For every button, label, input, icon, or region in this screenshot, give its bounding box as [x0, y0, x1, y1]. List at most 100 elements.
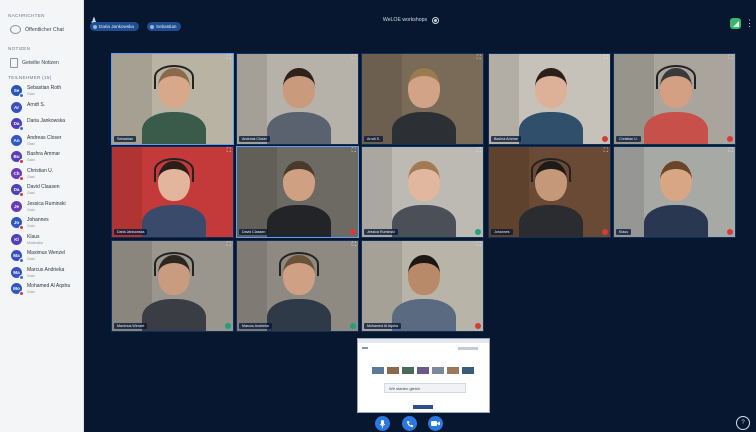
- help-button[interactable]: ?: [736, 416, 750, 430]
- fullscreen-icon[interactable]: ⛶: [227, 55, 231, 61]
- participant-item[interactable]: Mo Mohamed Al Aqsha Gast: [0, 281, 83, 298]
- camera-button[interactable]: [428, 416, 443, 431]
- video-tile[interactable]: ⛶ Sebastian: [111, 53, 234, 145]
- video-tile[interactable]: ⛶ Mohamed Al Aqsha: [361, 240, 484, 332]
- video-tile[interactable]: ⛶ Maximus Wenzel: [111, 240, 234, 332]
- muted-icon: [602, 136, 608, 142]
- video-name-label: Sebastian: [114, 136, 136, 142]
- participant-video-face: [283, 68, 315, 108]
- participant-item[interactable]: Ma Maximus Wenzel Gast: [0, 248, 83, 265]
- participant-item[interactable]: Da Daria Jankowska: [0, 116, 83, 133]
- fullscreen-icon[interactable]: ⛶: [477, 55, 481, 61]
- participant-name: Andreas Closer: [27, 134, 62, 141]
- shared-notes-item[interactable]: Geteilte Notizen: [10, 58, 59, 68]
- fullscreen-icon[interactable]: ⛶: [477, 148, 481, 154]
- video-tile[interactable]: ⛶ Marcus Andrieka: [236, 240, 359, 332]
- fullscreen-icon[interactable]: ⛶: [352, 242, 356, 248]
- video-name-label: Marcus Andrieka: [239, 323, 272, 329]
- presenter-chip[interactable]: Sebastian: [147, 22, 182, 31]
- avatar-initials: Mo: [13, 286, 20, 291]
- video-name-label: Arndt S.: [364, 136, 383, 142]
- muted-icon: [602, 229, 608, 235]
- fullscreen-icon[interactable]: ⛶: [227, 242, 231, 248]
- video-name-label: Maximus Wenzel: [114, 323, 148, 329]
- participant-role: Gast: [27, 257, 35, 261]
- video-tile[interactable]: ⛶ Jessica Ruminski: [361, 146, 484, 238]
- muted-icon: [19, 225, 24, 230]
- participant-item[interactable]: Ch Christian U. Gast: [0, 166, 83, 183]
- avatar: Ch: [11, 167, 24, 181]
- avatar-initials: Je: [13, 203, 20, 209]
- video-tile[interactable]: ⛶ Daria Jankowska: [111, 146, 234, 238]
- screenshare-preview[interactable]: Wir starten gleich: [357, 338, 490, 413]
- avatar: Da: [11, 118, 24, 131]
- participant-role: Gast: [27, 273, 35, 278]
- video-name-label: Andreas Closer: [239, 136, 270, 142]
- participant-name: Sebastian Roth: [27, 85, 62, 91]
- participant-name: Arndt S.: [27, 101, 46, 108]
- participant-video-body: [267, 205, 331, 237]
- participant-video-body: [142, 205, 206, 237]
- participants-heading: TEILNEHMER (15): [8, 75, 52, 80]
- participant-item[interactable]: Kl Klaus Moderator: [0, 232, 83, 249]
- video-name-label: Daria Jankowska: [114, 229, 148, 235]
- microphone-button[interactable]: [375, 416, 390, 431]
- muted-icon: [19, 291, 24, 296]
- participant-video-body: [392, 205, 456, 237]
- participant-item[interactable]: Da David Claasen Gast: [0, 182, 83, 199]
- fullscreen-icon[interactable]: ⛶: [352, 148, 356, 154]
- avatar: Je: [11, 200, 22, 212]
- avatar: Mo: [11, 283, 24, 296]
- avatar: Jo: [11, 217, 24, 230]
- participant-item[interactable]: Je Jessica Ruminski Gast: [0, 199, 83, 216]
- fullscreen-icon[interactable]: ⛶: [604, 148, 608, 154]
- presenter-chip[interactable]: Daria Jankowska: [90, 22, 139, 31]
- participant-name: Jessica Ruminski: [27, 200, 66, 207]
- fullscreen-icon[interactable]: ⛶: [729, 55, 733, 61]
- more-options-icon[interactable]: ⋮: [745, 16, 754, 30]
- video-tile[interactable]: ⛶ Arndt S.: [361, 53, 484, 145]
- fullscreen-icon[interactable]: ⛶: [227, 148, 231, 154]
- participant-video-body: [142, 112, 206, 144]
- fullscreen-icon[interactable]: ⛶: [729, 148, 733, 154]
- phone-button[interactable]: [402, 416, 417, 431]
- avatar: Kl: [11, 233, 22, 245]
- participant-item[interactable]: Bu Bashra Ammar Gast: [0, 149, 83, 166]
- video-tile[interactable]: ⛶ Christian U.: [613, 53, 736, 145]
- video-tile[interactable]: ⛶ Klaus: [613, 146, 736, 238]
- avatar: Da: [11, 184, 24, 197]
- chat-icon: [10, 25, 21, 34]
- participant-item[interactable]: Ma Marcus Andrieka Gast: [0, 265, 83, 282]
- fullscreen-icon[interactable]: ⛶: [352, 55, 356, 61]
- participant-role: Gast: [27, 224, 35, 228]
- app-window: NACHRICHTEN Öffentlicher Chat NOTIZEN Ge…: [0, 0, 756, 432]
- avatar-initials: Ch: [13, 170, 20, 176]
- avatar-initials: Jo: [13, 220, 20, 225]
- video-background: [489, 54, 519, 144]
- video-tile[interactable]: ⛶ Bashra Ammar: [488, 53, 611, 145]
- avatar: Ar: [11, 101, 22, 113]
- participant-item[interactable]: Jo Johannes Gast: [0, 215, 83, 232]
- participant-name: Christian U.: [27, 167, 54, 174]
- participant-video-body: [392, 299, 456, 331]
- public-chat-item[interactable]: Öffentlicher Chat: [10, 25, 64, 34]
- recording-icon[interactable]: [432, 17, 439, 24]
- slide-thumbnail: [372, 367, 384, 374]
- video-tile[interactable]: ⛶ David Claasen: [236, 146, 359, 238]
- participant-role: Moderator: [27, 240, 44, 245]
- participant-item[interactable]: An Andreas Closer Gast: [0, 133, 83, 150]
- avatar-initials: Ar: [13, 104, 20, 110]
- participant-item[interactable]: Se Sebastian Roth Gast: [0, 83, 83, 100]
- connection-status-icon[interactable]: [730, 18, 741, 29]
- participant-name: Bashra Ammar: [27, 151, 61, 157]
- video-background: [362, 147, 392, 237]
- participant-item[interactable]: Ar Arndt S.: [0, 100, 83, 117]
- participants-list: Se Sebastian Roth Gast Ar Arndt S. Da Daria Ja…: [0, 83, 83, 298]
- fullscreen-icon[interactable]: ⛶: [604, 55, 608, 61]
- fullscreen-icon[interactable]: ⛶: [477, 242, 481, 248]
- video-tile[interactable]: ⛶ Andreas Closer: [236, 53, 359, 145]
- messages-heading: NACHRICHTEN: [8, 13, 45, 18]
- video-tile[interactable]: ⛶ Johannes: [488, 146, 611, 238]
- muted-icon: [19, 192, 24, 197]
- muted-icon: [475, 323, 481, 329]
